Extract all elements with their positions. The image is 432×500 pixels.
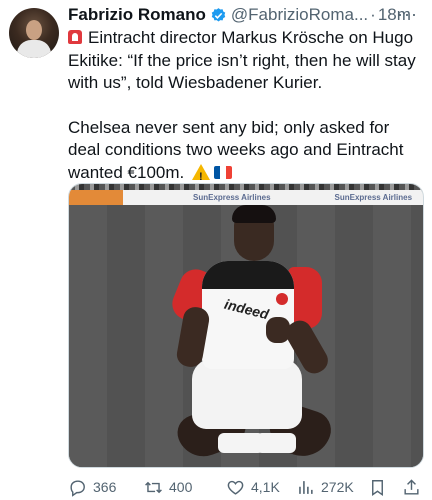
board-orange-panel — [69, 190, 123, 205]
tweet-paragraph-1-text: Eintracht director Markus Krösche on Hug… — [68, 28, 416, 92]
france-flag-icon — [213, 165, 232, 179]
author-handle[interactable]: @FabrizioRoma... — [231, 5, 368, 25]
billboard-text-1: SunExpress Airlines — [193, 193, 271, 202]
player-hair — [232, 205, 276, 223]
reply-count: 366 — [93, 479, 117, 495]
player-fist — [266, 317, 290, 343]
club-badge — [276, 293, 288, 305]
views-count: 272K — [321, 479, 354, 495]
separator-dot: · — [370, 5, 376, 24]
bookmark-button[interactable] — [368, 478, 387, 497]
siren-icon — [68, 30, 82, 44]
tweet-paragraph-1: Eintracht director Markus Krösche on Hug… — [68, 27, 424, 95]
billboard-text-2: SunExpress Airlines — [334, 193, 413, 202]
views-chart-icon — [299, 480, 313, 494]
share-icon — [404, 478, 419, 495]
celebrating-player: indeed — [164, 205, 344, 467]
retweet-count: 400 — [169, 479, 193, 495]
warning-icon — [191, 163, 210, 188]
bookmark-icon — [372, 479, 383, 496]
share-button[interactable] — [402, 478, 421, 497]
tweet-text: Eintracht director Markus Krösche on Hug… — [68, 27, 424, 189]
views-button[interactable]: 272K — [296, 478, 354, 497]
reply-icon — [70, 479, 85, 497]
player-shorts — [192, 359, 302, 429]
verified-badge-icon — [211, 7, 226, 22]
avatar-shirt — [17, 40, 51, 58]
retweet-icon — [145, 481, 162, 493]
tweet-actions: 366 400 4,1K 272K — [68, 476, 424, 498]
like-count: 4,1K — [251, 479, 280, 495]
tweet-header: Fabrizio Romano @FabrizioRoma... · 18m ·… — [68, 4, 424, 26]
tweet-media-photo[interactable]: SunExpress Airlines SunExpress Airlines … — [68, 183, 424, 468]
tweet-paragraph-2: Chelsea never sent any bid; only asked f… — [68, 117, 424, 189]
more-options-button[interactable]: ··· — [397, 4, 418, 25]
advertising-board: SunExpress Airlines SunExpress Airlines — [69, 190, 423, 205]
reply-button[interactable]: 366 — [68, 478, 116, 497]
heart-icon — [227, 480, 244, 495]
tweet-paragraph-2-text: Chelsea never sent any bid; only asked f… — [68, 117, 404, 182]
like-button[interactable]: 4,1K — [226, 478, 280, 497]
retweet-button[interactable]: 400 — [144, 478, 192, 497]
author-name[interactable]: Fabrizio Romano — [68, 5, 206, 25]
avatar-face — [26, 20, 42, 40]
author-avatar[interactable] — [9, 8, 59, 58]
